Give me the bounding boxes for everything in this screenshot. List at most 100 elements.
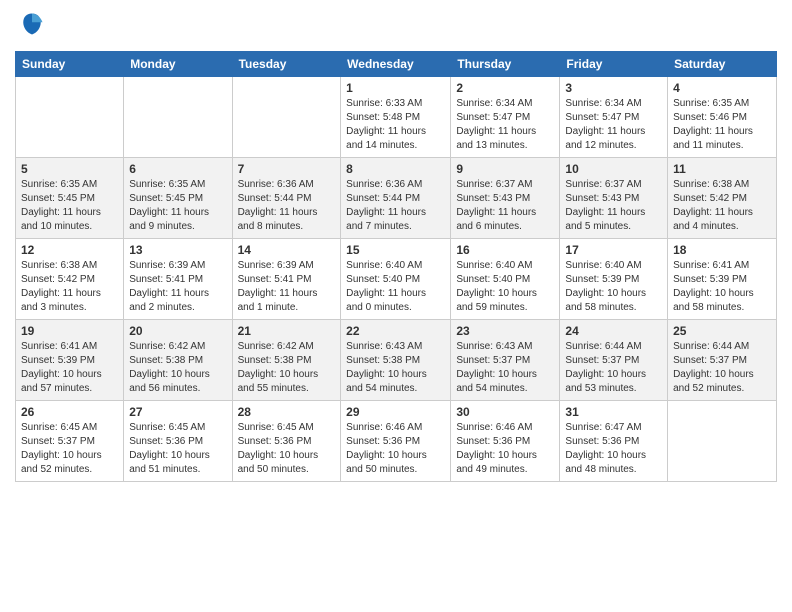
week-row-3: 12 Sunrise: 6:38 AM Sunset: 5:42 PM Dayli… [16,239,777,320]
day-cell: 13 Sunrise: 6:39 AM Sunset: 5:41 PM Dayli… [124,239,232,320]
day-number: 16 [456,243,554,257]
day-number: 17 [565,243,662,257]
day-number: 2 [456,81,554,95]
day-info: Sunrise: 6:42 AM Sunset: 5:38 PM Dayligh… [129,340,226,396]
day-cell: 23 Sunrise: 6:43 AM Sunset: 5:37 PM Dayli… [451,320,560,401]
col-header-wednesday: Wednesday [341,52,451,77]
day-number: 13 [129,243,226,257]
page: SundayMondayTuesdayWednesdayThursdayFrid… [0,0,792,492]
day-cell: 24Sunrise: 6:44 AM Sunset: 5:37 PM Dayli… [560,320,668,401]
col-header-tuesday: Tuesday [232,52,341,77]
day-cell: 22Sunrise: 6:43 AM Sunset: 5:38 PM Dayli… [341,320,451,401]
day-info: Sunrise: 6:43 AM Sunset: 5:38 PM Dayligh… [346,340,445,396]
day-info: Sunrise: 6:33 AM Sunset: 5:48 PM Dayligh… [346,97,445,153]
day-cell: 7 Sunrise: 6:36 AM Sunset: 5:44 PM Daylig… [232,158,341,239]
day-number: 31 [565,405,662,419]
day-info: Sunrise: 6:45 AM Sunset: 5:36 PM Dayligh… [238,421,336,477]
header-row: SundayMondayTuesdayWednesdayThursdayFrid… [16,52,777,77]
day-info: Sunrise: 6:39 AM Sunset: 5:41 PM Dayligh… [129,259,226,315]
day-number: 10 [565,162,662,176]
day-number: 21 [238,324,336,338]
day-cell: 19Sunrise: 6:41 AM Sunset: 5:39 PM Dayli… [16,320,124,401]
day-number: 9 [456,162,554,176]
day-number: 11 [673,162,771,176]
day-number: 12 [21,243,118,257]
day-cell: 21 Sunrise: 6:42 AM Sunset: 5:38 PM Dayli… [232,320,341,401]
day-number: 8 [346,162,445,176]
calendar-table: SundayMondayTuesdayWednesdayThursdayFrid… [15,51,777,482]
day-info: Sunrise: 6:43 AM Sunset: 5:37 PM Dayligh… [456,340,554,396]
day-cell: 20 Sunrise: 6:42 AM Sunset: 5:38 PM Dayli… [124,320,232,401]
day-number: 3 [565,81,662,95]
day-number: 26 [21,405,118,419]
week-row-1: 1 Sunrise: 6:33 AM Sunset: 5:48 PM Daylig… [16,77,777,158]
day-cell: 8Sunrise: 6:36 AM Sunset: 5:44 PM Daylig… [341,158,451,239]
day-info: Sunrise: 6:40 AM Sunset: 5:40 PM Dayligh… [456,259,554,315]
day-info: Sunrise: 6:37 AM Sunset: 5:43 PM Dayligh… [565,178,662,234]
day-info: Sunrise: 6:41 AM Sunset: 5:39 PM Dayligh… [673,259,771,315]
day-number: 1 [346,81,445,95]
day-number: 20 [129,324,226,338]
day-number: 24 [565,324,662,338]
day-cell [124,77,232,158]
header [15,10,777,43]
day-cell: 31 Sunrise: 6:47 AM Sunset: 5:36 PM Dayli… [560,401,668,482]
day-cell: 5 Sunrise: 6:35 AM Sunset: 5:45 PM Daylig… [16,158,124,239]
day-number: 27 [129,405,226,419]
day-cell: 4Sunrise: 6:35 AM Sunset: 5:46 PM Daylig… [668,77,777,158]
day-cell: 30 Sunrise: 6:46 AM Sunset: 5:36 PM Dayli… [451,401,560,482]
day-info: Sunrise: 6:38 AM Sunset: 5:42 PM Dayligh… [21,259,118,315]
day-info: Sunrise: 6:44 AM Sunset: 5:37 PM Dayligh… [673,340,771,396]
day-cell [668,401,777,482]
day-number: 14 [238,243,336,257]
col-header-friday: Friday [560,52,668,77]
day-number: 23 [456,324,554,338]
day-cell [16,77,124,158]
day-cell: 18 Sunrise: 6:41 AM Sunset: 5:39 PM Dayli… [668,239,777,320]
day-cell: 6 Sunrise: 6:35 AM Sunset: 5:45 PM Daylig… [124,158,232,239]
day-number: 25 [673,324,771,338]
day-info: Sunrise: 6:39 AM Sunset: 5:41 PM Dayligh… [238,259,336,315]
day-number: 5 [21,162,118,176]
day-info: Sunrise: 6:35 AM Sunset: 5:45 PM Dayligh… [129,178,226,234]
col-header-thursday: Thursday [451,52,560,77]
day-cell: 27 Sunrise: 6:45 AM Sunset: 5:36 PM Dayli… [124,401,232,482]
day-info: Sunrise: 6:37 AM Sunset: 5:43 PM Dayligh… [456,178,554,234]
day-info: Sunrise: 6:38 AM Sunset: 5:42 PM Dayligh… [673,178,771,234]
day-cell: 29Sunrise: 6:46 AM Sunset: 5:36 PM Dayli… [341,401,451,482]
col-header-monday: Monday [124,52,232,77]
day-cell: 10 Sunrise: 6:37 AM Sunset: 5:43 PM Dayli… [560,158,668,239]
day-cell: 17 Sunrise: 6:40 AM Sunset: 5:39 PM Dayli… [560,239,668,320]
logo [15,10,46,43]
day-cell: 11 Sunrise: 6:38 AM Sunset: 5:42 PM Dayli… [668,158,777,239]
day-number: 19 [21,324,118,338]
day-info: Sunrise: 6:34 AM Sunset: 5:47 PM Dayligh… [565,97,662,153]
day-number: 15 [346,243,445,257]
day-info: Sunrise: 6:46 AM Sunset: 5:36 PM Dayligh… [456,421,554,477]
day-info: Sunrise: 6:45 AM Sunset: 5:37 PM Dayligh… [21,421,118,477]
day-cell: 28Sunrise: 6:45 AM Sunset: 5:36 PM Dayli… [232,401,341,482]
day-info: Sunrise: 6:47 AM Sunset: 5:36 PM Dayligh… [565,421,662,477]
week-row-4: 19Sunrise: 6:41 AM Sunset: 5:39 PM Dayli… [16,320,777,401]
day-cell: 25 Sunrise: 6:44 AM Sunset: 5:37 PM Dayli… [668,320,777,401]
day-info: Sunrise: 6:40 AM Sunset: 5:39 PM Dayligh… [565,259,662,315]
day-info: Sunrise: 6:35 AM Sunset: 5:45 PM Dayligh… [21,178,118,234]
day-info: Sunrise: 6:36 AM Sunset: 5:44 PM Dayligh… [238,178,336,234]
day-info: Sunrise: 6:34 AM Sunset: 5:47 PM Dayligh… [456,97,554,153]
day-number: 30 [456,405,554,419]
day-info: Sunrise: 6:40 AM Sunset: 5:40 PM Dayligh… [346,259,445,315]
day-info: Sunrise: 6:35 AM Sunset: 5:46 PM Dayligh… [673,97,771,153]
day-cell: 1 Sunrise: 6:33 AM Sunset: 5:48 PM Daylig… [341,77,451,158]
week-row-2: 5 Sunrise: 6:35 AM Sunset: 5:45 PM Daylig… [16,158,777,239]
day-info: Sunrise: 6:45 AM Sunset: 5:36 PM Dayligh… [129,421,226,477]
day-cell: 15 Sunrise: 6:40 AM Sunset: 5:40 PM Dayli… [341,239,451,320]
day-cell: 16 Sunrise: 6:40 AM Sunset: 5:40 PM Dayli… [451,239,560,320]
day-cell: 3 Sunrise: 6:34 AM Sunset: 5:47 PM Daylig… [560,77,668,158]
day-cell: 9 Sunrise: 6:37 AM Sunset: 5:43 PM Daylig… [451,158,560,239]
day-number: 6 [129,162,226,176]
day-info: Sunrise: 6:42 AM Sunset: 5:38 PM Dayligh… [238,340,336,396]
day-number: 18 [673,243,771,257]
day-number: 7 [238,162,336,176]
day-cell [232,77,341,158]
logo-icon [18,10,46,38]
